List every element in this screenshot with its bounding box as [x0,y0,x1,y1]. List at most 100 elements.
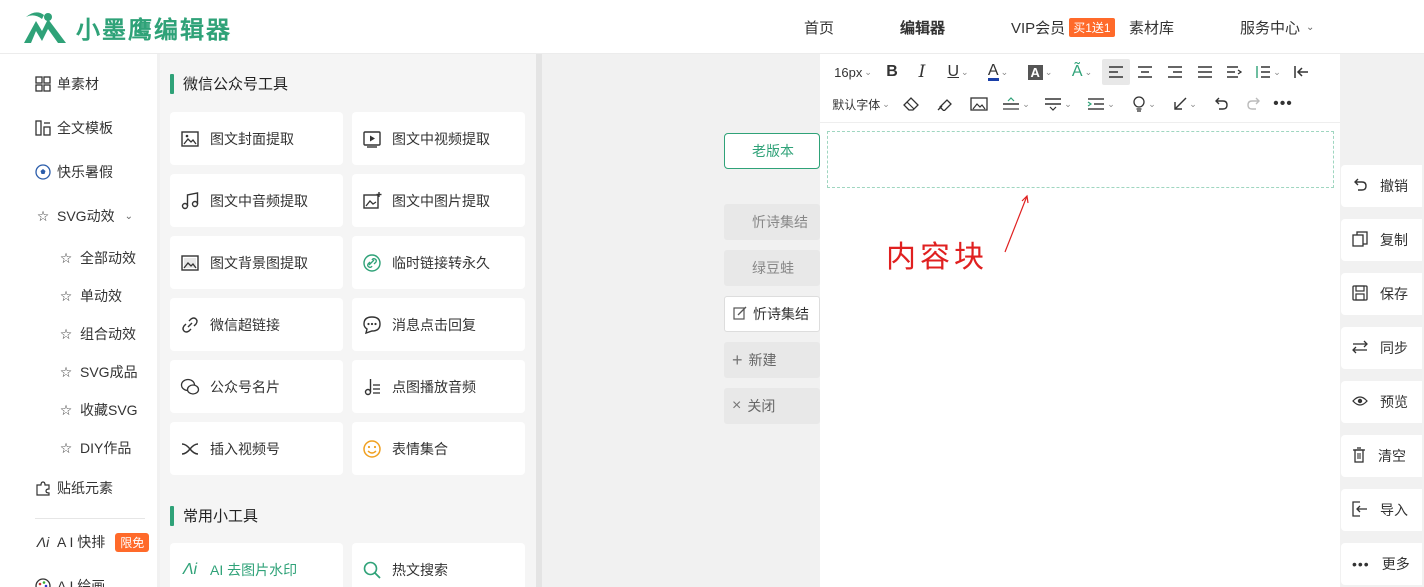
save-button[interactable]: 保存 [1341,273,1422,315]
tool-click-audio[interactable]: 点图播放音频 [352,360,525,413]
new-doc-button[interactable]: + 新建 [724,342,820,378]
clear-button[interactable]: 清空 [1341,435,1422,477]
sidebar-item-ai-paint[interactable]: A I 绘画 [35,576,105,587]
sidebar-item-templates[interactable]: 全文模板 [35,118,113,138]
letter-spacing-icon[interactable]: ⌄ [1080,91,1122,117]
section-common-tools: 常用小工具 [170,505,258,526]
tool-hot-search[interactable]: 热文搜索 [352,543,525,587]
toolbar-separator [820,122,1340,123]
nav-service[interactable]: 服务中心 ⌄ [1240,0,1314,54]
arrow-downleft-icon[interactable]: ⌄ [1166,91,1204,117]
align-right-icon[interactable] [1160,59,1190,85]
divider-line-icon[interactable]: ⌄ [996,91,1036,117]
channels-icon [180,439,200,459]
tool-audio-extract[interactable]: 图文中音频提取 [170,174,343,227]
tool-bg-extract[interactable]: 图文背景图提取 [170,236,343,289]
image-plus-icon [362,191,382,211]
close-doc-button[interactable]: × 关闭 [724,388,820,424]
sidebar-item-favorite-svg[interactable]: ☆ 收藏SVG [58,400,138,420]
align-left-icon[interactable] [1102,59,1130,85]
align-justify-icon[interactable] [1190,59,1220,85]
image-icon [180,129,200,149]
insert-image-icon[interactable] [962,91,996,117]
tool-wechat-hyperlink[interactable]: 微信超链接 [170,298,343,351]
bg-color-button[interactable]: A ⌄ [1018,59,1062,85]
more-button[interactable]: ••• 更多 [1341,543,1422,585]
sync-button[interactable]: 同步 [1341,327,1422,369]
close-icon: × [732,397,742,414]
plus-icon: + [732,349,743,370]
music-note-icon [362,377,382,397]
tool-ai-watermark[interactable]: Λi AI 去图片水印 [170,543,343,587]
doc-tab-active[interactable]: 忻诗集结 [724,296,820,332]
image-icon [180,253,200,273]
doc-tab[interactable]: 绿豆蛙 [724,250,820,286]
trash-icon [1352,446,1366,466]
nav-home[interactable]: 首页 [804,0,834,54]
underline-button[interactable]: U ⌄ [938,59,978,85]
soccer-ball-icon [35,164,51,180]
tool-image-extract[interactable]: 图文中图片提取 [352,174,525,227]
wechat-icon [180,377,200,397]
nav-vip[interactable]: VIP会员 买1送1 [1011,0,1115,54]
undo-icon[interactable] [1204,91,1238,117]
ai-icon: Λi [36,534,50,550]
italic-button[interactable]: I [906,59,938,85]
sidebar-item-summer[interactable]: 快乐暑假 [35,162,113,182]
font-color-button[interactable]: A ⌄ [978,59,1018,85]
nav-editor[interactable]: 编辑器 [900,0,945,54]
preview-button[interactable]: 预览 [1341,381,1422,423]
sidebar-item-single[interactable]: 单素材 [35,74,99,94]
align-center-icon[interactable] [1130,59,1160,85]
nav-materials[interactable]: 素材库 [1129,0,1174,54]
video-icon [362,129,382,149]
sidebar-item-svg[interactable]: ☆ SVG动效 ⌄ [35,206,133,226]
undo-icon [1352,178,1368,195]
eraser-icon[interactable] [894,91,928,117]
star-icon: ☆ [59,363,73,380]
search-icon [362,560,382,580]
content-block[interactable] [827,131,1334,188]
tool-account-card[interactable]: 公众号名片 [170,360,343,413]
bulb-icon[interactable]: ⌄ [1122,91,1166,117]
star-icon: ☆ [59,287,73,304]
sidebar-item-ai-layout[interactable]: Λi A I 快排 限免 [35,532,150,552]
tool-insert-channels[interactable]: 插入视频号 [170,422,343,475]
copy-button[interactable]: 复制 [1341,219,1422,261]
star-icon: ☆ [59,401,73,418]
layout-icon [35,120,51,136]
tool-cover-extract[interactable]: 图文封面提取 [170,112,343,165]
format-painter-icon[interactable] [928,91,962,117]
font-size-select[interactable]: 16px ⌄ [828,59,878,85]
sidebar-item-all-effects[interactable]: ☆ 全部动效 [58,248,136,268]
sidebar-item-svg-products[interactable]: ☆ SVG成品 [58,362,138,382]
line-height-icon[interactable]: ⌄ [1248,59,1288,85]
spacing-icon[interactable]: ⌄ [1036,91,1080,117]
sidebar-item-combo-effect[interactable]: ☆ 组合动效 [58,324,136,344]
save-icon [1352,284,1368,304]
edit-icon [733,306,747,323]
redo-icon[interactable] [1238,91,1270,117]
sidebar-divider [35,518,145,519]
logo[interactable]: 小墨鹰编辑器 [22,10,232,45]
puzzle-icon [35,480,51,496]
more-icon[interactable]: ••• [1270,91,1296,117]
import-button[interactable]: 导入 [1341,489,1422,531]
sidebar-item-stickers[interactable]: 贴纸元素 [35,478,113,498]
tool-click-reply[interactable]: 消息点击回复 [352,298,525,351]
tool-video-extract[interactable]: 图文中视频提取 [352,112,525,165]
tool-emoji[interactable]: 表情集合 [352,422,525,475]
doc-tab[interactable]: 忻诗集结 [724,204,820,240]
undo-button[interactable]: 撤销 [1341,165,1422,207]
exit-icon[interactable] [1288,59,1314,85]
chevron-down-icon: ⌄ [124,210,133,222]
text-effect-button[interactable]: Ã ⌄ [1062,59,1102,85]
tool-link-permanent[interactable]: 临时链接转永久 [352,236,525,289]
sidebar-item-diy[interactable]: ☆ DIY作品 [58,438,132,458]
old-version-button[interactable]: 老版本 [724,133,820,169]
bold-button[interactable]: B [878,59,906,85]
link-icon [180,315,200,335]
indent-icon[interactable] [1220,59,1248,85]
sidebar-item-single-effect[interactable]: ☆ 单动效 [58,286,122,306]
font-family-select[interactable]: 默认字体 ⌄ [828,91,894,117]
